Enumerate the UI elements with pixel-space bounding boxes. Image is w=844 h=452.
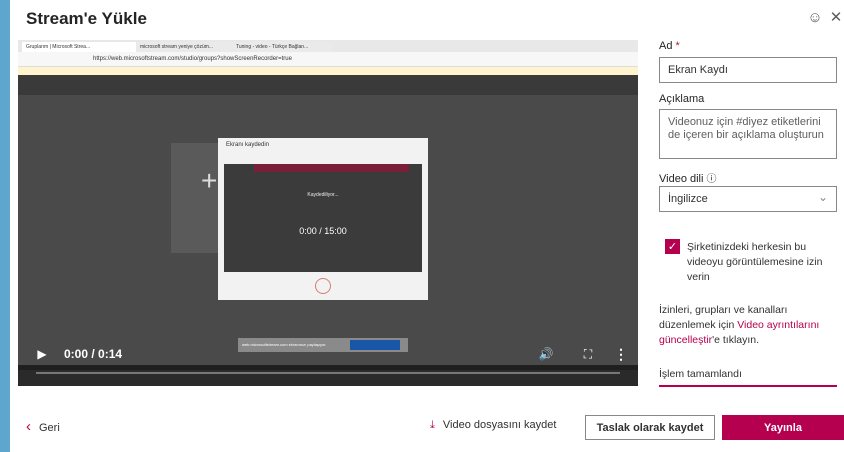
name-value: Ekran Kaydı: [668, 64, 728, 76]
description-label: Açıklama: [659, 93, 705, 105]
more-options-icon[interactable]: ⋮: [614, 346, 628, 362]
browser-tab: Gruplarım | Microsoft Strea...: [22, 42, 140, 52]
video-language-label: Video dili ⓘ: [659, 173, 717, 185]
video-player[interactable]: Gruplarım | Microsoft Strea... microsoft…: [18, 40, 638, 386]
seek-bar[interactable]: [36, 372, 620, 374]
screen-recorder-modal: Ekranı kaydedin Kaydediliyor... 0:00 / 1…: [218, 138, 428, 300]
share-company-checkbox[interactable]: ✓: [665, 239, 680, 254]
player-controls: ▶ 0:00 / 0:14 🔊 ⛶ ⋮: [18, 340, 638, 368]
chevron-left-icon: ‹: [26, 418, 31, 435]
browser-url: https://web.microsoftstream.com/studio/g…: [93, 56, 292, 62]
browser-notice-bar: [18, 67, 638, 75]
chevron-down-icon: ⌄: [817, 190, 828, 204]
permissions-note: İzinleri, grupları ve kanalları düzenlem…: [659, 304, 820, 346]
stream-app-bar: [18, 75, 638, 95]
upload-progress-bar: [659, 385, 837, 387]
volume-icon[interactable]: 🔊: [538, 346, 554, 362]
close-icon[interactable]: ✕: [827, 8, 844, 26]
preview-header: [254, 164, 409, 172]
download-icon: ⤓: [430, 419, 435, 431]
save-draft-button[interactable]: Taslak olarak kaydet: [585, 415, 715, 440]
upload-status: İşlem tamamlandı: [659, 368, 742, 380]
time-display: 0:00 / 0:14: [64, 347, 123, 361]
publish-button[interactable]: Yayınla: [722, 415, 844, 440]
recording-timer: 0:00 / 15:00: [299, 226, 347, 236]
browser-tab-strip: Gruplarım | Microsoft Strea... microsoft…: [18, 40, 638, 52]
name-field[interactable]: Ekran Kaydı: [659, 57, 837, 83]
name-label: Ad *: [659, 40, 680, 52]
smiley-icon[interactable]: ☺: [806, 8, 824, 26]
browser-tab: microsoft stream yeniye çözüm...: [136, 42, 236, 52]
recording-label: Kaydediliyor...: [307, 192, 339, 198]
video-language-select[interactable]: İngilizce ⌄: [659, 186, 837, 212]
browser-tab: Tuning - video - Türkçe Bağlan...: [232, 42, 332, 52]
fullscreen-icon[interactable]: ⛶: [580, 346, 596, 362]
video-language-value: İngilizce: [668, 193, 708, 205]
share-company-label: Şirketinizdeki herkesin bu videoyu görün…: [687, 241, 823, 283]
back-button[interactable]: ‹ Geri: [26, 418, 60, 435]
info-icon[interactable]: ⓘ: [707, 174, 717, 185]
dialog-title: Stream'e Yükle: [26, 9, 147, 28]
download-video-button[interactable]: ⤓ Video dosyasını kaydet: [430, 419, 556, 432]
plus-icon: +: [201, 165, 218, 196]
description-placeholder: Videonuz için #diyez etiketlerini de içe…: [668, 116, 824, 141]
description-field[interactable]: Videonuz için #diyez etiketlerini de içe…: [659, 109, 837, 159]
modal-title: Ekranı kaydedin: [226, 142, 270, 148]
recorder-preview: Kaydediliyor... 0:00 / 15:00: [224, 164, 422, 272]
stop-recording-icon: [315, 278, 331, 294]
play-icon[interactable]: ▶: [34, 346, 50, 362]
browser-address-bar: https://web.microsoftstream.com/studio/g…: [18, 52, 638, 67]
